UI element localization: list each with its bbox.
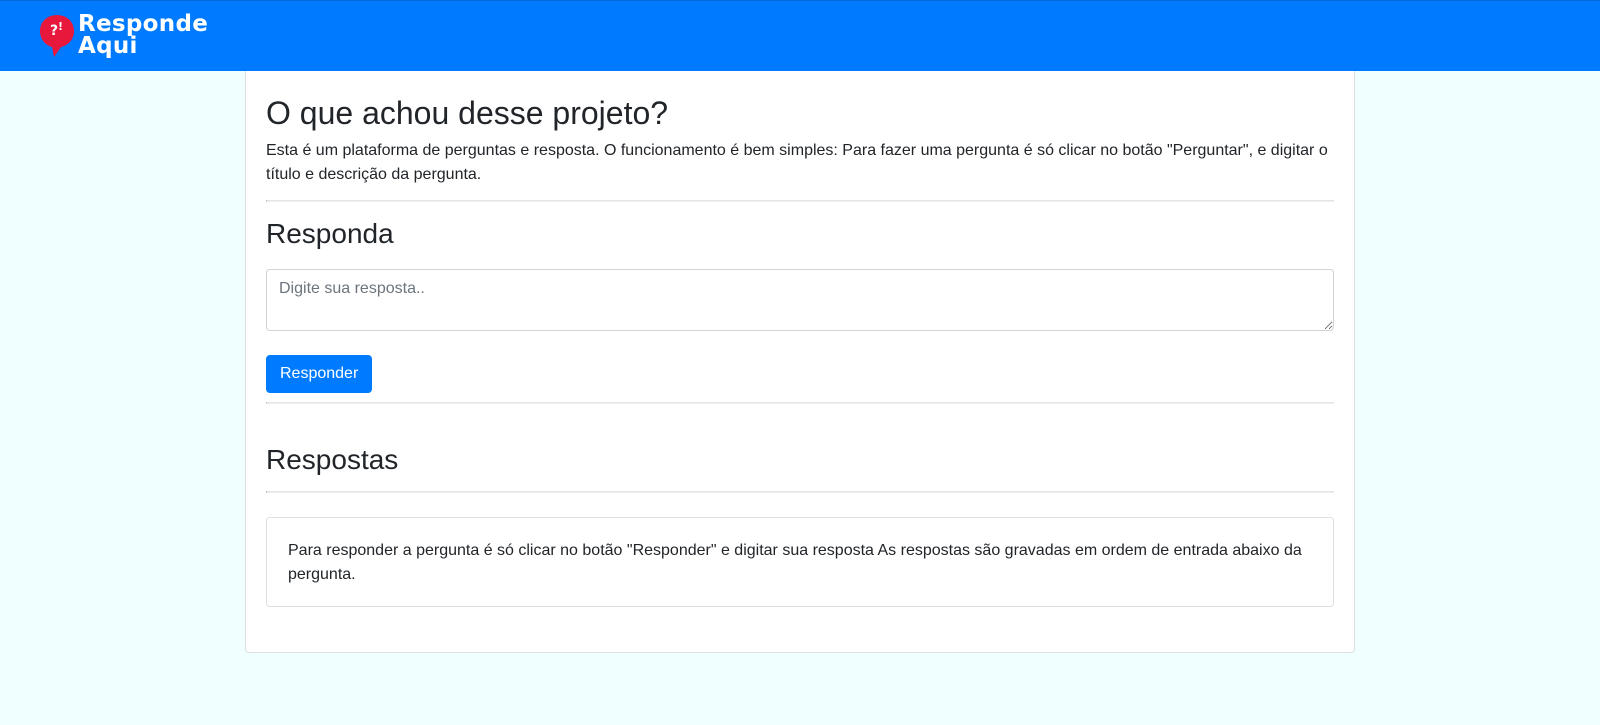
question-card: O que achou desse projeto? Esta é um pla… (245, 71, 1355, 653)
answer-form-heading: Responda (266, 218, 394, 249)
divider (266, 200, 1334, 202)
answer-item: Para responder a pergunta é só clicar no… (266, 517, 1334, 607)
answer-text: Para responder a pergunta é só clicar no… (288, 542, 1302, 583)
svg-text:?: ? (50, 23, 58, 39)
divider (266, 402, 1334, 404)
brand-name-line2: Aqui (78, 33, 138, 59)
answers-heading: Respostas (266, 444, 399, 475)
top-navbar: ? ! Responde Aqui (0, 0, 1600, 71)
brand-name: Responde Aqui (78, 11, 209, 59)
submit-answer-button[interactable]: Responder (266, 355, 373, 393)
question-title: O que achou desse projeto? (266, 95, 669, 131)
svg-text:!: ! (58, 20, 63, 33)
question-speech-bubble-icon: ? ! (40, 15, 74, 57)
answer-textarea[interactable] (266, 269, 1334, 331)
divider (266, 491, 1334, 493)
brand-name-line1: Responde (78, 11, 209, 37)
question-description: Esta é um plataforma de perguntas e resp… (266, 142, 1328, 183)
